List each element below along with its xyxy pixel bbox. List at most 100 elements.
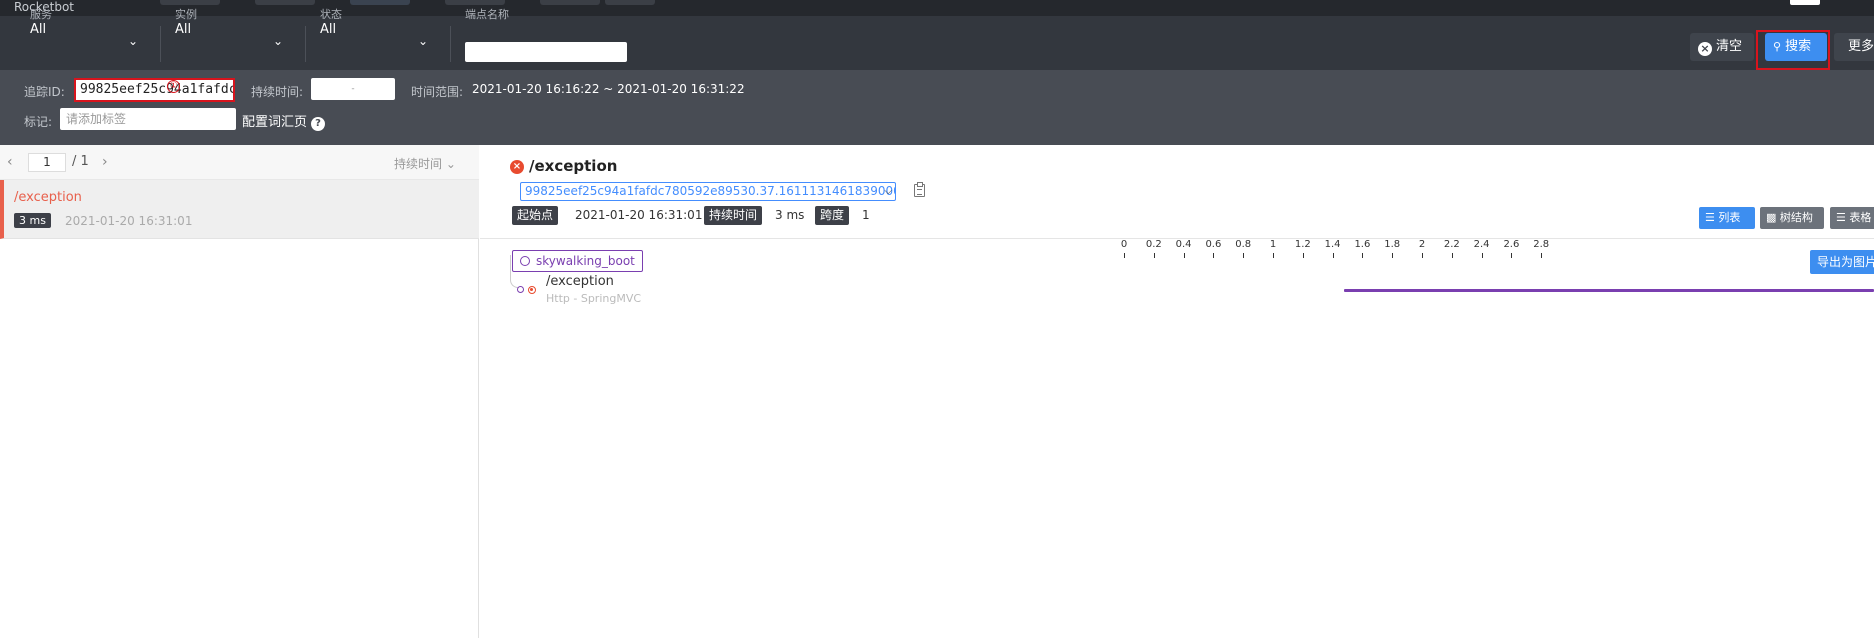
span-connector bbox=[510, 255, 522, 288]
help-icon[interactable]: ? bbox=[311, 117, 326, 131]
status-select[interactable]: 状态 All bbox=[320, 8, 342, 38]
chevron-down-icon[interactable]: ⌄ bbox=[273, 34, 283, 48]
endpoint-input[interactable] bbox=[465, 42, 627, 62]
axis-tick-mark bbox=[1124, 253, 1125, 258]
axis-tick-label: 2.4 bbox=[1473, 239, 1490, 250]
chevron-down-icon: ⌄ bbox=[445, 157, 456, 171]
chevron-left-icon[interactable]: ‹ bbox=[7, 154, 13, 170]
trace-id-select[interactable]: 99825eef25c94a1fafdc780592e89530.37.1611… bbox=[520, 182, 896, 201]
axis-tick-mark bbox=[1422, 253, 1423, 258]
vocab-label: 配置词汇页 bbox=[242, 115, 308, 130]
endpoint-label: 端点名称 bbox=[465, 8, 509, 21]
divider bbox=[160, 26, 161, 62]
span-component: Http - SpringMVC bbox=[546, 292, 642, 305]
axis-tick-mark bbox=[1451, 253, 1453, 258]
instance-select[interactable]: 实例 All bbox=[175, 8, 197, 38]
more-label: 更多 bbox=[1848, 39, 1874, 54]
search-label: 搜索 bbox=[1785, 39, 1812, 54]
search-button[interactable]: ⚲ 搜索 bbox=[1765, 33, 1827, 61]
axis-tick-label: 2 bbox=[1418, 239, 1426, 250]
filter-bar-secondary bbox=[0, 70, 1874, 145]
time-range-value[interactable]: 2021-01-20 16:16:22 ~ 2021-01-20 16:31:2… bbox=[472, 82, 745, 96]
chevron-down-icon: ⌵ bbox=[884, 186, 892, 197]
axis-tick-label: 1.6 bbox=[1354, 239, 1371, 250]
span-name[interactable]: /exception bbox=[546, 274, 614, 289]
service-select[interactable]: 服务 All bbox=[30, 8, 52, 38]
service-label: 服务 bbox=[30, 8, 52, 21]
tree-icon: ▩ bbox=[1766, 211, 1780, 224]
duration-badge: 3 ms bbox=[14, 213, 51, 228]
trace-item-time: 2021-01-20 16:31:01 bbox=[65, 214, 193, 228]
nav-tab[interactable] bbox=[605, 0, 655, 5]
time-range-label: 时间范围: bbox=[411, 85, 464, 99]
endpoint-filter: 端点名称 bbox=[465, 8, 509, 22]
chevron-right-icon[interactable]: › bbox=[102, 154, 108, 170]
axis-tick-mark bbox=[1392, 253, 1394, 258]
nav-time-box[interactable] bbox=[1790, 0, 1820, 5]
export-image-button[interactable]: 导出为图片 bbox=[1810, 250, 1874, 274]
axis-tick-mark bbox=[1332, 253, 1334, 258]
axis-tick-mark bbox=[1362, 253, 1364, 258]
search-icon: ⚲ bbox=[1773, 40, 1782, 53]
sort-label: 持续时间 bbox=[394, 157, 443, 171]
page-total: / 1 bbox=[72, 154, 89, 169]
close-icon: × bbox=[1698, 42, 1712, 56]
sort-select[interactable]: 持续时间 ⌄ bbox=[394, 155, 456, 172]
span-count: 1 bbox=[862, 208, 870, 222]
more-button[interactable]: 更多 bbox=[1834, 33, 1874, 61]
axis-tick-mark bbox=[1302, 253, 1304, 258]
view-tree-label: 树结构 bbox=[1779, 211, 1813, 224]
axis-tick-mark bbox=[1273, 253, 1274, 258]
trace-list-item[interactable]: /exception 3 ms 2021-01-20 16:31:01 bbox=[0, 180, 479, 239]
axis-tick-label: 0 bbox=[1120, 239, 1128, 250]
axis-tick-mark bbox=[1153, 253, 1155, 258]
span-duration-bar[interactable] bbox=[1344, 289, 1874, 292]
view-list-button[interactable]: ☰ 列表 bbox=[1699, 207, 1755, 229]
view-table-label: 表格 bbox=[1849, 211, 1872, 224]
divider bbox=[305, 26, 306, 62]
axis-tick-label: 0.8 bbox=[1235, 239, 1252, 250]
tag-input[interactable]: 请添加标签 bbox=[60, 108, 236, 130]
duration-input[interactable]: - bbox=[311, 78, 395, 100]
chevron-down-icon[interactable]: ⌄ bbox=[418, 34, 428, 48]
span-node-dot bbox=[517, 286, 524, 293]
vocab-link[interactable]: 配置词汇页? bbox=[242, 111, 326, 131]
trace-title: /exception bbox=[529, 157, 618, 175]
trace-id-input[interactable]: 99825eef25c94a1fafdc780592e89530.37.1611… bbox=[74, 78, 235, 102]
clear-button[interactable]: × 清空 bbox=[1690, 33, 1754, 61]
clear-label: 清空 bbox=[1716, 39, 1743, 54]
nav-tab-active[interactable] bbox=[350, 0, 410, 5]
axis-tick-mark bbox=[1243, 253, 1245, 258]
nav-tab[interactable] bbox=[255, 0, 315, 5]
chevron-down-icon[interactable]: ⌄ bbox=[128, 34, 138, 48]
nav-tab[interactable] bbox=[445, 0, 505, 5]
span-error-icon bbox=[528, 286, 536, 294]
axis-tick-mark bbox=[1541, 253, 1543, 258]
nav-tab[interactable] bbox=[540, 0, 600, 5]
axis-tick-label: 0.4 bbox=[1175, 239, 1192, 250]
view-tree-button[interactable]: ▩ 树结构 bbox=[1760, 207, 1824, 229]
top-nav: Rocketbot bbox=[0, 0, 1874, 16]
view-table-button[interactable]: ☰ 表格 bbox=[1830, 207, 1874, 229]
list-icon: ☰ bbox=[1705, 211, 1719, 224]
start-chip: 起始点 bbox=[512, 206, 559, 225]
page-input[interactable]: 1 bbox=[28, 153, 66, 172]
service-value: All bbox=[30, 22, 47, 37]
nav-tab[interactable] bbox=[160, 0, 220, 5]
axis-tick-mark bbox=[1511, 253, 1513, 258]
pagination: ‹ 1 / 1 › 持续时间 ⌄ bbox=[0, 145, 479, 180]
axis-tick-mark bbox=[1213, 253, 1215, 258]
view-list-label: 列表 bbox=[1718, 211, 1741, 224]
axis-tick-label: 2.2 bbox=[1443, 239, 1460, 250]
copy-icon[interactable] bbox=[914, 182, 925, 197]
duration-label: 持续时间: bbox=[251, 85, 304, 99]
instance-value: All bbox=[175, 22, 192, 37]
axis-tick-label: 1 bbox=[1269, 239, 1277, 250]
axis-tick-label: 1.2 bbox=[1294, 239, 1311, 250]
start-value: 2021-01-20 16:31:01 bbox=[575, 208, 703, 222]
trace-list-panel: ‹ 1 / 1 › 持续时间 ⌄ /exception 3 ms 2021-01… bbox=[0, 145, 479, 638]
tag-label: 标记: bbox=[24, 115, 53, 129]
span-chip: 跨度 bbox=[815, 206, 850, 225]
annotation-marker: ① bbox=[167, 80, 180, 93]
axis-tick-mark bbox=[1481, 253, 1483, 258]
